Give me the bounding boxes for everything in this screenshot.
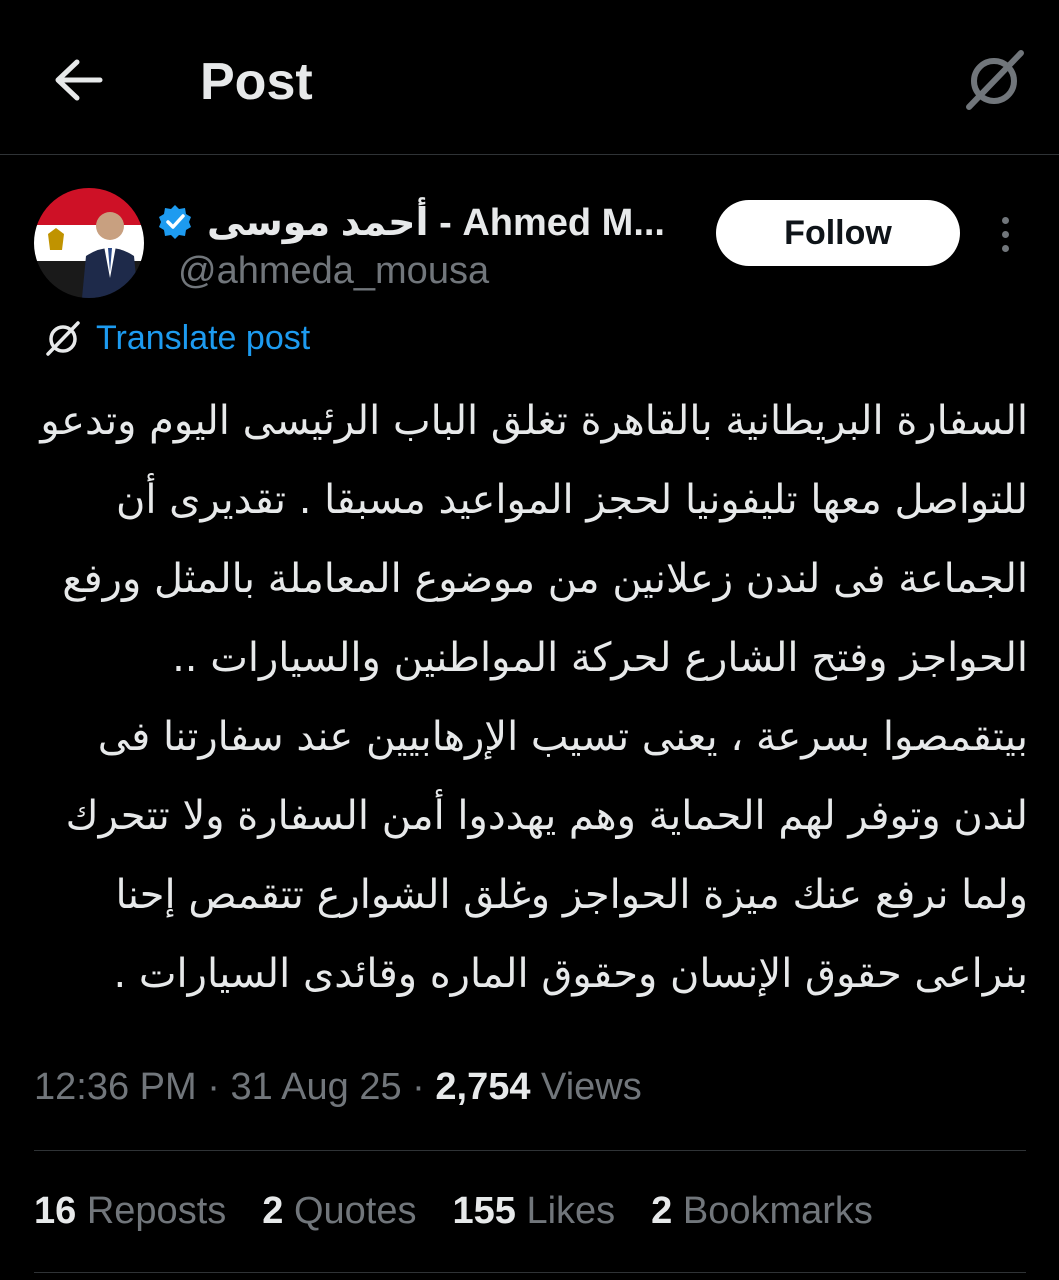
divider	[34, 1150, 1026, 1151]
post-meta: 12:36 PM · 31 Aug 25 · 2,754 Views	[34, 1066, 642, 1109]
back-button[interactable]	[48, 52, 108, 108]
more-options-button[interactable]	[990, 210, 1020, 258]
stat-reposts[interactable]: 16 Reposts	[34, 1190, 226, 1233]
stat-label: Reposts	[86, 1190, 227, 1232]
avatar[interactable]	[34, 188, 144, 298]
stat-count: 2	[262, 1190, 284, 1232]
grok-button[interactable]	[958, 44, 1030, 116]
stat-quotes[interactable]: 2 Quotes	[262, 1190, 416, 1233]
dot-icon	[1001, 216, 1009, 224]
stat-label: Bookmarks	[682, 1190, 873, 1232]
dot-icon	[1001, 230, 1009, 238]
author-handle[interactable]: @ahmeda_mousa	[178, 250, 489, 293]
views-count: 2,754	[435, 1066, 531, 1108]
stat-count: 16	[34, 1190, 77, 1232]
post-text: السفارة البريطانية بالقاهرة تغلق الباب ا…	[27, 398, 1028, 997]
post-time[interactable]: 12:36 PM	[34, 1066, 197, 1108]
arrow-left-icon	[55, 59, 103, 101]
stat-count: 2	[651, 1190, 673, 1232]
slashed-circle-icon	[46, 321, 80, 356]
stat-label: Quotes	[293, 1190, 417, 1232]
stat-bookmarks[interactable]: 2 Bookmarks	[651, 1190, 873, 1233]
dot-icon	[1001, 244, 1009, 252]
translate-post-link[interactable]: Translate post	[44, 316, 310, 360]
stat-label: Likes	[526, 1190, 616, 1232]
verified-badge-icon	[155, 202, 195, 242]
post-date[interactable]: 31 Aug 25	[230, 1066, 401, 1108]
stat-likes[interactable]: 155 Likes	[452, 1190, 615, 1233]
meta-separator: ·	[207, 1066, 220, 1108]
follow-button[interactable]: Follow	[716, 200, 960, 266]
engagement-stats: 16 Reposts 2 Quotes 155 Likes 2 Bookmark…	[34, 1190, 873, 1233]
meta-separator: ·	[412, 1066, 425, 1108]
slashed-circle-icon	[966, 50, 1024, 110]
top-bar: Post	[0, 0, 1059, 155]
translate-label: Translate post	[96, 318, 311, 357]
views-label: Views	[541, 1066, 642, 1108]
divider	[34, 1272, 1026, 1273]
author-line: أحمد موسى - Ahmed M...	[155, 196, 665, 248]
page-title: Post	[200, 53, 313, 111]
stat-count: 155	[452, 1190, 516, 1232]
author-name[interactable]: أحمد موسى - Ahmed M...	[207, 200, 665, 245]
avatar-image	[34, 188, 144, 298]
